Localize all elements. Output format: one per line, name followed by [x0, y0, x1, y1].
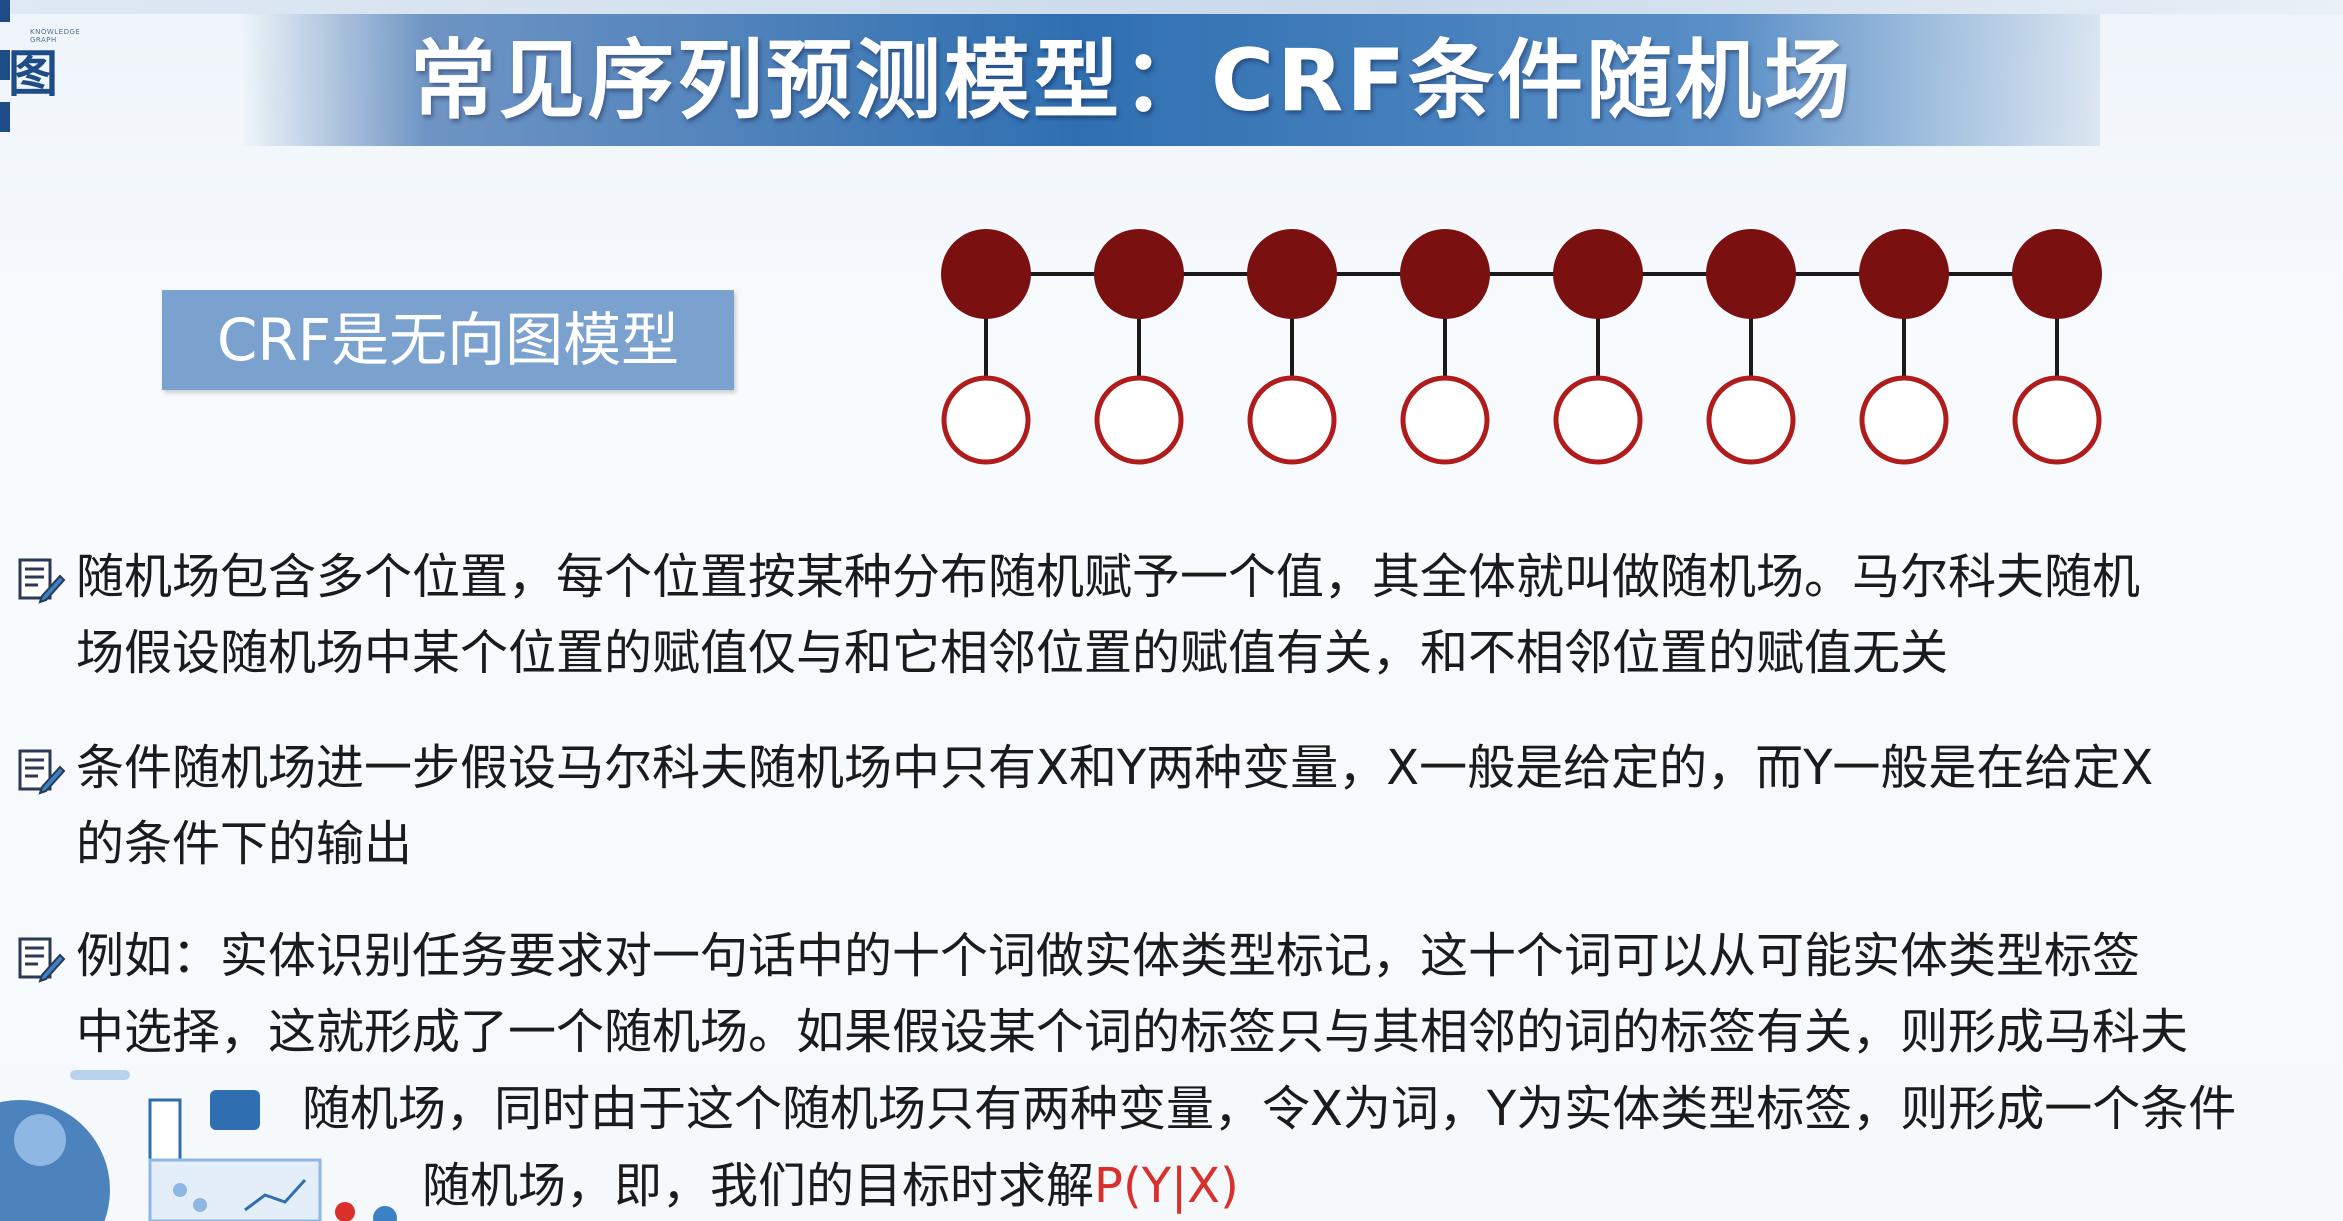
paragraph-line: 例如：实体识别任务要求对一句话中的十个词做实体类型标记，这十个词可以从可能实体类… — [76, 928, 2141, 984]
observed-node — [941, 375, 1031, 465]
hidden-node — [1859, 229, 1949, 319]
paragraph-line: 随机场，即，我们的目标时求解P(Y|X) — [422, 1155, 1239, 1217]
note-edit-icon — [18, 937, 66, 983]
observed-node — [1706, 375, 1796, 465]
crf-label-box: CRF是无向图模型 — [162, 290, 734, 390]
paragraph-line-text: 随机场，即，我们的目标时求解 — [422, 1158, 1095, 1214]
note-edit-icon — [18, 749, 66, 795]
logo-character: 图 — [8, 45, 58, 103]
tech-illustration — [0, 1070, 397, 1221]
observed-node — [2012, 375, 2102, 465]
paragraph-2: 条件随机场进一步假设马尔科夫随机场中只有X和Y两种变量，X一般是给定的，而Y一般… — [0, 733, 2343, 873]
paragraph-line: 场假设随机场中某个位置的赋值仅与和它相邻位置的赋值有关，和不相邻位置的赋值无关 — [76, 625, 1949, 681]
hidden-node — [1706, 229, 1796, 319]
observed-node — [1094, 375, 1184, 465]
paragraph-line: 随机场，同时由于这个随机场只有两种变量，令X为词，Y为实体类型标签，则形成一个条… — [302, 1081, 2237, 1137]
paragraph-line: 条件随机场进一步假设马尔科夫随机场中只有X和Y两种变量，X一般是给定的，而Y一般… — [76, 740, 2154, 796]
hidden-node — [1094, 229, 1184, 319]
logo-bar — [0, 102, 10, 132]
observed-nodes — [941, 375, 2102, 465]
hidden-node — [1400, 229, 1490, 319]
hidden-node — [941, 229, 1031, 319]
observed-node — [1247, 375, 1337, 465]
crf-chain-diagram — [941, 229, 2102, 465]
hidden-node — [1553, 229, 1643, 319]
logo-small-text: KNOWLEDGE GRAPH — [30, 28, 81, 44]
logo-bar — [0, 0, 10, 22]
slide-title: 常见序列预测模型：CRF条件随机场 — [410, 31, 1854, 131]
paragraph-line: 的条件下的输出 — [76, 816, 413, 872]
formula-text: P(Y|X) — [1094, 1158, 1239, 1214]
paragraph-line: 随机场包含多个位置，每个位置按某种分布随机赋予一个值，其全体就叫做随机场。马尔科… — [76, 549, 2141, 605]
observed-node — [1400, 375, 1490, 465]
top-strip — [0, 0, 2343, 14]
note-edit-icon — [18, 558, 66, 604]
observed-node — [1859, 375, 1949, 465]
hidden-node — [2012, 229, 2102, 319]
hidden-node — [1247, 229, 1337, 319]
logo: KNOWLEDGE GRAPH 图 — [0, 0, 80, 140]
paragraph-1: 随机场包含多个位置，每个位置按某种分布随机赋予一个值，其全体就叫做随机场。马尔科… — [0, 540, 2343, 681]
observed-node — [1553, 375, 1643, 465]
